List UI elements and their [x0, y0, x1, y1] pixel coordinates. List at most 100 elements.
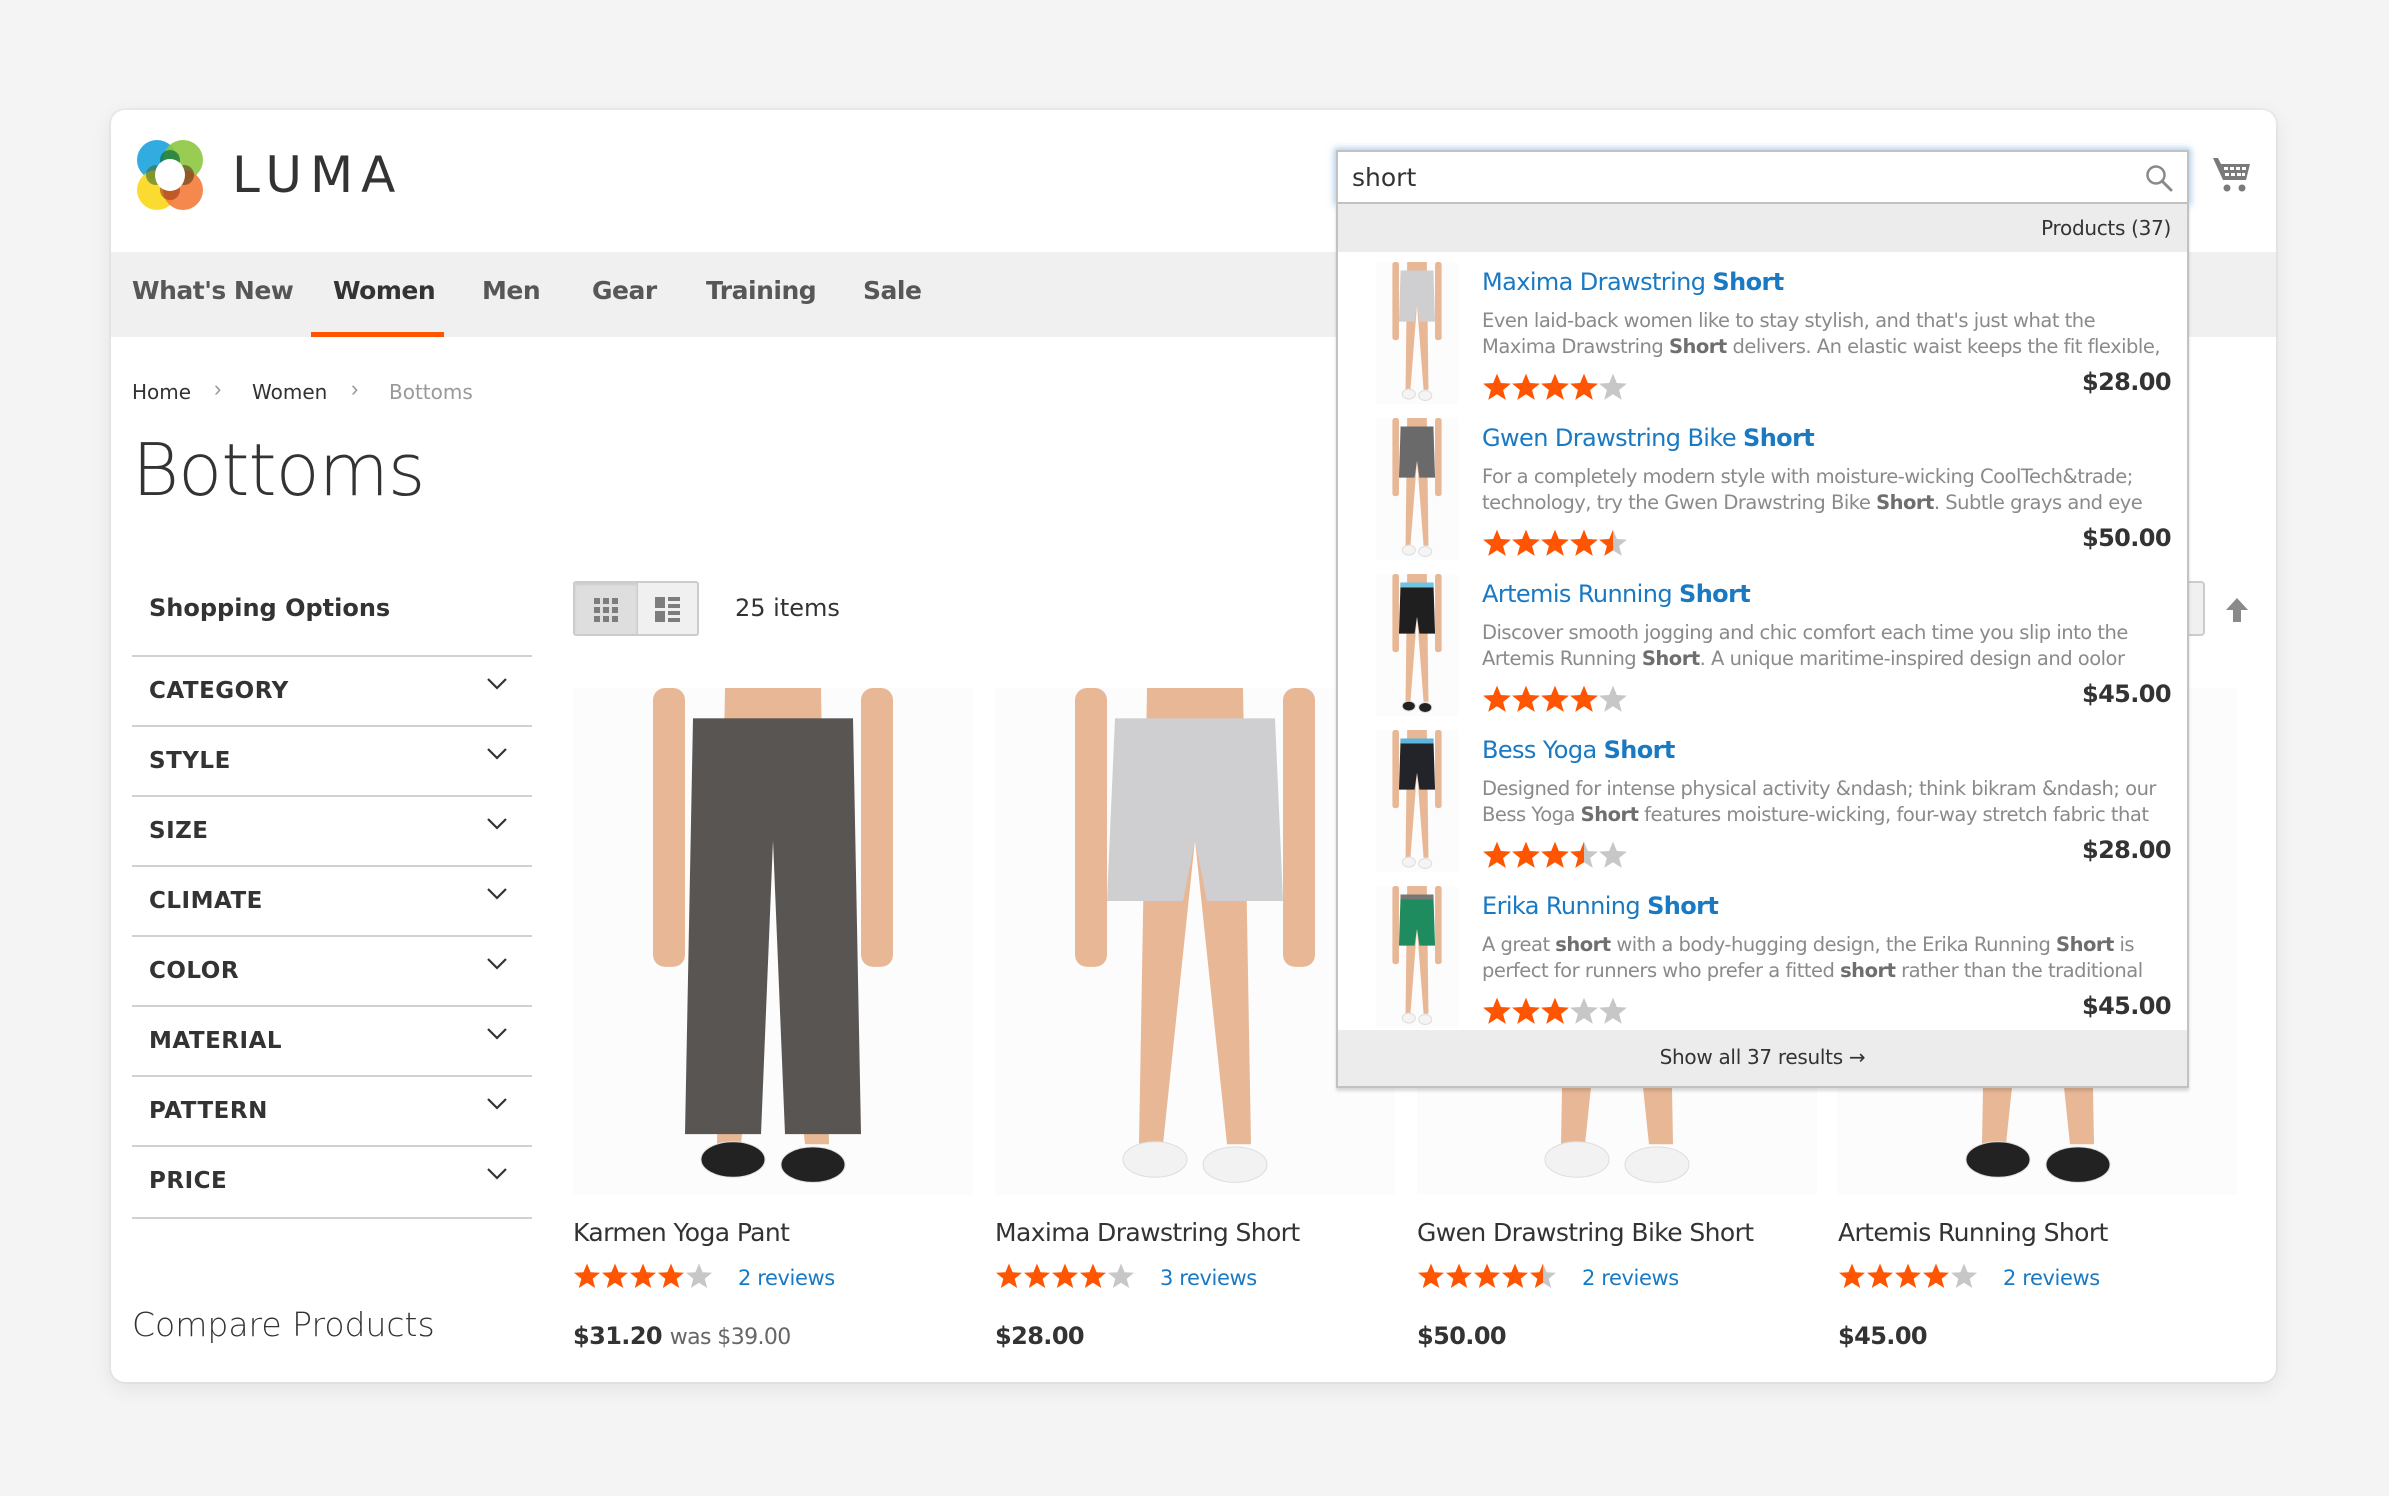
active-nav-indicator — [311, 332, 444, 337]
star-icon — [1540, 528, 1569, 563]
star-icon — [1473, 1262, 1501, 1292]
nav-item-training[interactable]: Training — [706, 276, 817, 305]
breadcrumb-separator: › — [214, 376, 222, 401]
product-thumbnail — [1376, 886, 1458, 1028]
star-icon — [1569, 528, 1598, 563]
autocomplete-item-rating — [1482, 684, 1627, 719]
star-icon — [1529, 1262, 1557, 1292]
reviews-link[interactable]: 3 reviews — [1160, 1266, 1257, 1290]
chevron-down-icon — [487, 958, 507, 970]
luma-logo-icon[interactable] — [132, 137, 208, 213]
star-icon — [685, 1262, 713, 1292]
star-icon — [1482, 684, 1511, 719]
autocomplete-header: Products (37) — [1338, 204, 2187, 252]
filter-price[interactable]: PRICE — [132, 1145, 532, 1219]
star-icon — [1482, 528, 1511, 563]
star-icon — [1569, 372, 1598, 407]
star-icon — [629, 1262, 657, 1292]
filter-category[interactable]: CATEGORY — [132, 655, 532, 727]
filter-pattern[interactable]: PATTERN — [132, 1075, 532, 1147]
star-icon — [1417, 1262, 1445, 1292]
nav-item-gear[interactable]: Gear — [592, 276, 657, 305]
product-image[interactable] — [995, 688, 1395, 1195]
minicart-button[interactable] — [2212, 156, 2252, 194]
search-autocomplete: Products (37) Maxima Drawstring Short Ev… — [1336, 204, 2189, 1088]
compare-products-title: Compare Products — [132, 1305, 435, 1344]
sort-by-select[interactable] — [2189, 581, 2205, 636]
nav-item-sale[interactable]: Sale — [863, 276, 922, 305]
chevron-down-icon — [487, 678, 507, 690]
grid-view-button[interactable] — [575, 583, 638, 634]
star-icon — [1569, 996, 1598, 1031]
star-icon — [1482, 372, 1511, 407]
show-all-results-link[interactable]: Show all 37 results → — [1338, 1030, 2187, 1086]
star-icon — [1950, 1262, 1978, 1292]
autocomplete-item-description: Even laid-back women like to stay stylis… — [1482, 309, 2161, 358]
filter-style[interactable]: STYLE — [132, 725, 532, 797]
sort-direction-button[interactable] — [2226, 598, 2248, 622]
price-old: was $39.00 — [669, 1325, 792, 1350]
product-name-link[interactable]: Maxima Drawstring Short — [995, 1218, 1300, 1247]
autocomplete-item[interactable]: Erika Running Short A great short with a… — [1338, 886, 2187, 1042]
autocomplete-item-title[interactable]: Erika Running Short — [1482, 892, 1719, 920]
filter-label: SIZE — [149, 818, 209, 844]
reviews-link[interactable]: 2 reviews — [2003, 1266, 2100, 1290]
autocomplete-item-price: $45.00 — [2081, 680, 2172, 708]
autocomplete-item-title[interactable]: Gwen Drawstring Bike Short — [1482, 424, 1815, 452]
search-icon[interactable] — [2145, 164, 2173, 192]
autocomplete-item-title[interactable]: Artemis Running Short — [1482, 580, 1751, 608]
filter-color[interactable]: COLOR — [132, 935, 532, 1007]
autocomplete-item-title[interactable]: Bess Yoga Short — [1482, 736, 1675, 764]
star-icon — [1511, 528, 1540, 563]
product-name-link[interactable]: Gwen Drawstring Bike Short — [1417, 1218, 1754, 1247]
autocomplete-item-description: For a completely modern style with moist… — [1482, 465, 2143, 514]
filter-label: STYLE — [149, 748, 231, 774]
breadcrumb-current: Bottoms — [389, 380, 473, 404]
chevron-down-icon — [487, 888, 507, 900]
autocomplete-item-rating — [1482, 372, 1627, 407]
nav-item-men[interactable]: Men — [482, 276, 541, 305]
price-current: $28.00 — [995, 1322, 1085, 1350]
filter-label: MATERIAL — [149, 1028, 283, 1054]
chevron-down-icon — [487, 748, 507, 760]
reviews-link[interactable]: 2 reviews — [1582, 1266, 1679, 1290]
product-rating — [995, 1262, 1135, 1292]
items-count: 25 items — [735, 594, 840, 622]
price-current: $45.00 — [1838, 1322, 1928, 1350]
autocomplete-item[interactable]: Bess Yoga Short Designed for intense phy… — [1338, 730, 2187, 886]
page-title: Bottoms — [132, 428, 425, 512]
product-price: $45.00 — [1838, 1322, 1928, 1350]
filter-climate[interactable]: CLIMATE — [132, 865, 532, 937]
shopping-options-title: Shopping Options — [149, 594, 391, 622]
breadcrumb-home[interactable]: Home — [132, 380, 191, 404]
product-name-link[interactable]: Karmen Yoga Pant — [573, 1218, 790, 1247]
nav-item-whats-new[interactable]: What's New — [132, 276, 294, 305]
autocomplete-item[interactable]: Gwen Drawstring Bike Short For a complet… — [1338, 418, 2187, 574]
product-image[interactable] — [573, 688, 973, 1195]
reviews-link[interactable]: 2 reviews — [738, 1266, 835, 1290]
star-icon — [1511, 996, 1540, 1031]
autocomplete-item-price: $45.00 — [2081, 992, 2172, 1020]
view-mode-toggle — [573, 581, 699, 636]
star-icon — [1023, 1262, 1051, 1292]
search-input[interactable] — [1338, 152, 2132, 202]
autocomplete-item-description: Discover smooth jogging and chic comfort… — [1482, 621, 2128, 670]
breadcrumb-women[interactable]: Women — [252, 380, 327, 404]
nav-item-women[interactable]: Women — [333, 276, 436, 305]
star-icon — [1511, 840, 1540, 875]
filter-material[interactable]: MATERIAL — [132, 1005, 532, 1077]
filter-size[interactable]: SIZE — [132, 795, 532, 867]
autocomplete-item[interactable]: Maxima Drawstring Short Even laid-back w… — [1338, 262, 2187, 418]
autocomplete-item-title[interactable]: Maxima Drawstring Short — [1482, 268, 1784, 296]
autocomplete-item[interactable]: Artemis Running Short Discover smooth jo… — [1338, 574, 2187, 730]
product-name-link[interactable]: Artemis Running Short — [1838, 1218, 2108, 1247]
star-icon — [1598, 372, 1627, 407]
product-price: $31.20 was $39.00 — [573, 1322, 791, 1350]
brand-name[interactable]: LUMA — [232, 140, 403, 210]
star-icon — [1866, 1262, 1894, 1292]
star-icon — [995, 1262, 1023, 1292]
star-icon — [1540, 372, 1569, 407]
list-icon — [655, 597, 680, 622]
list-view-button[interactable] — [637, 583, 697, 634]
filter-label: CLIMATE — [149, 888, 263, 914]
